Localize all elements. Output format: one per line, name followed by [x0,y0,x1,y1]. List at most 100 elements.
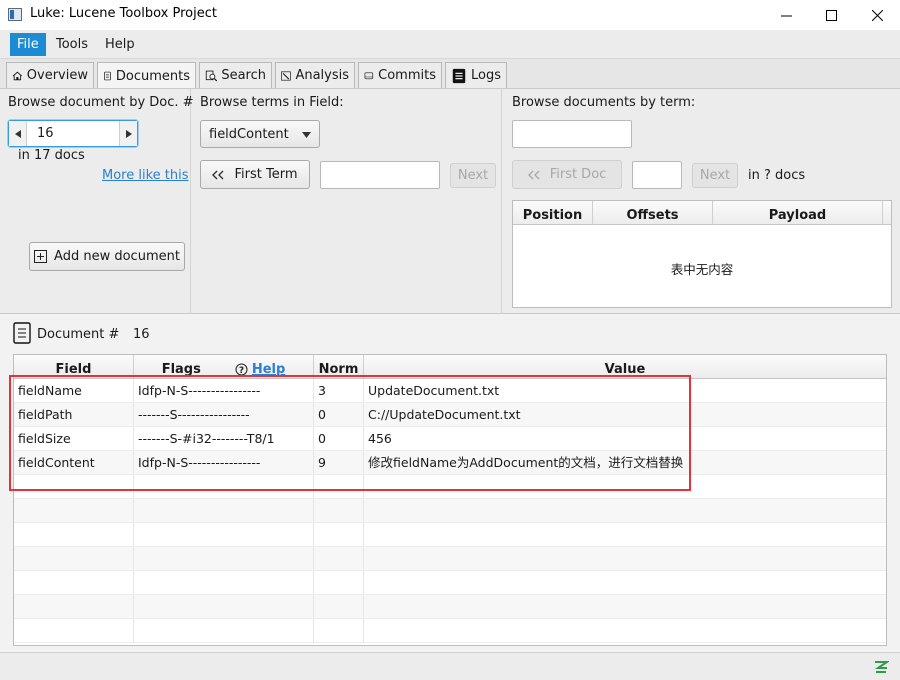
field-cell [14,619,134,642]
app-icon [8,8,22,21]
help-icon: ? [235,363,248,376]
field-cell [14,571,134,594]
norm-column-header[interactable]: Norm [314,355,364,379]
empty-table-text: 表中无内容 [670,262,734,277]
value-cell [364,499,886,522]
add-new-document-label: Add new document [54,249,180,264]
log-icon [452,68,466,83]
doc-number-input[interactable]: 16 [37,121,54,146]
norm-cell: 0 [314,403,364,426]
next-term-button[interactable]: Next [450,163,496,188]
flags-cell: Idfp-N-S---------------- [134,379,314,402]
tab-analysis[interactable]: Analysis [275,62,355,88]
document-number: 16 [133,327,150,342]
value-cell: C://UpdateDocument.txt [368,407,521,422]
menu-help[interactable]: Help [98,33,142,56]
flags-header-label: Flags [161,362,201,377]
field-cell [14,547,134,570]
browse-panel: Browse document by Doc. # 16 in 17 docs … [0,88,900,314]
table-row[interactable] [14,547,886,571]
flags-column-header[interactable]: Flags ? Help [134,355,314,379]
table-row[interactable] [14,475,886,499]
maximize-icon [825,9,837,21]
flags-cell [134,523,314,546]
wand-icon [281,70,291,81]
add-icon [34,250,48,263]
column-header[interactable]: Position [513,201,593,225]
table-row[interactable]: fieldPath -------S---------------- 0 C://Up… [14,403,886,427]
norm-cell: 3 [314,379,364,402]
close-button[interactable] [854,0,900,30]
flags-cell: -------S---------------- [134,403,314,426]
tab-analysis-label: Analysis [295,68,349,83]
field-select[interactable]: fieldContent [200,120,320,148]
more-like-this-link[interactable]: More like this [102,168,189,183]
norm-cell [314,595,364,618]
norm-cell: 0 [314,427,364,450]
docs-count-text: in ? docs [748,168,806,183]
tab-logs[interactable]: Logs [445,62,507,88]
flags-cell [134,571,314,594]
value-cell [364,523,886,546]
column-header[interactable]: Offsets [593,201,713,225]
field-cell: fieldName [14,379,134,402]
doc-number-spinner[interactable]: 16 [8,120,138,147]
norm-cell [314,619,364,642]
first-term-label: First Term [234,167,298,182]
flags-cell [134,619,314,642]
decrement-button[interactable] [9,121,27,146]
tab-search[interactable]: Search [199,62,272,88]
tab-overview-label: Overview [26,68,88,83]
tab-documents[interactable]: Documents [97,62,196,89]
column-header-filler [883,201,891,225]
table-row[interactable] [14,499,886,523]
next-doc-button[interactable]: Next [692,163,738,188]
first-term-button[interactable]: First Term [200,160,310,189]
browse-terms-title: Browse terms in Field: [200,95,344,110]
tab-commits[interactable]: Commits [358,62,442,88]
flags-cell [134,595,314,618]
maximize-button[interactable] [808,0,854,30]
lucene-logo-icon [874,661,889,673]
search-icon [205,70,218,81]
value-column-header[interactable]: Value [364,355,886,379]
value-cell [364,595,886,618]
doc-input[interactable] [632,161,682,189]
norm-cell [314,499,364,522]
term-input[interactable] [320,161,440,189]
table-row[interactable]: fieldContent Idfp-N-S---------------- 9 修改f… [14,451,886,475]
svg-text:?: ? [239,366,244,376]
menu-bar: File Tools Help [0,30,900,59]
value-cell [364,619,886,642]
positions-table: Position Offsets Payload 表中无内容 [512,200,892,308]
help-link[interactable]: Help [252,362,285,377]
table-row[interactable] [14,595,886,619]
divider [501,89,502,314]
menu-file[interactable]: File [10,33,46,56]
table-row[interactable] [14,523,886,547]
norm-cell [314,547,364,570]
document-icon [104,71,111,81]
field-column-header[interactable]: Field [14,355,134,379]
disk-icon [364,71,374,79]
table-row[interactable] [14,571,886,595]
first-doc-button[interactable]: First Doc [512,160,622,189]
by-term-input[interactable] [512,120,632,148]
tab-strip: Overview Documents Search Analysis Commi… [0,59,900,89]
increment-button[interactable] [119,121,137,146]
table-row[interactable] [14,619,886,643]
minimize-button[interactable] [763,0,809,30]
table-row[interactable]: fieldSize -------S-#i32--------T8/1 0 456 [14,427,886,451]
divider [190,89,191,314]
flags-cell [134,499,314,522]
menu-tools[interactable]: Tools [49,33,95,56]
column-header[interactable]: Payload [713,201,883,225]
minimize-icon [780,15,792,16]
first-doc-label: First Doc [549,167,607,182]
add-new-document-button[interactable]: Add new document [29,242,185,271]
table-row[interactable]: fieldName Idfp-N-S---------------- 3 Update… [14,379,886,403]
field-cell: fieldContent [14,451,134,474]
flags-cell [134,547,314,570]
tab-overview[interactable]: Overview [6,62,94,88]
norm-cell [314,571,364,594]
